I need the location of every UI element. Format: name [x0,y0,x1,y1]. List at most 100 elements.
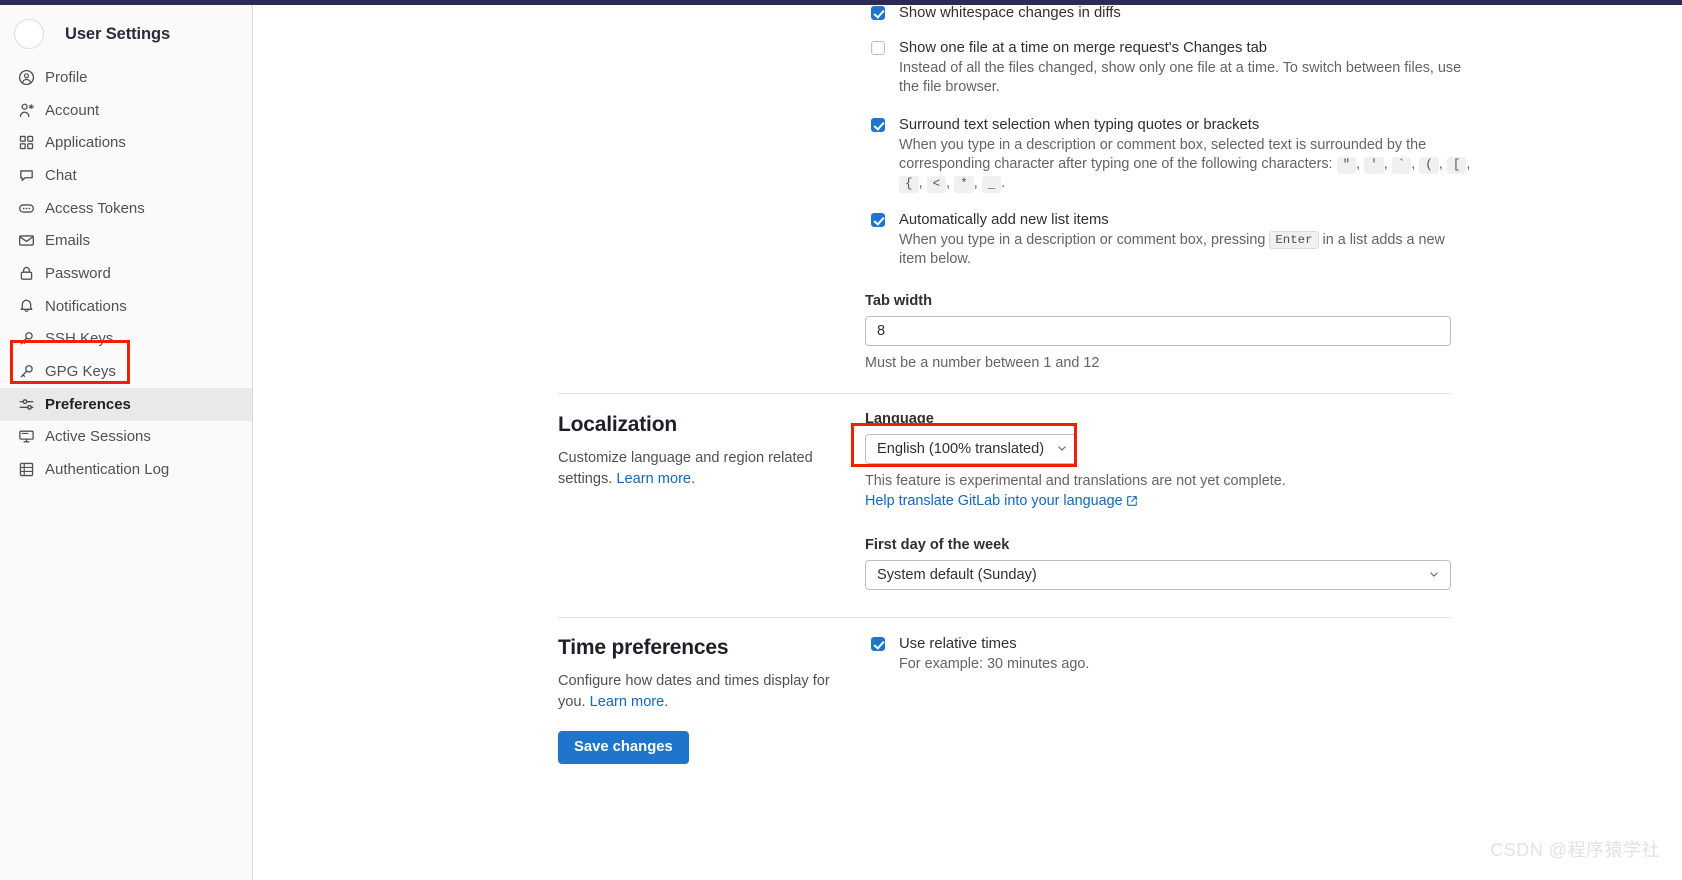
relative-times-help: For example: 30 minutes ago. [899,656,1090,672]
sidebar-item-active-sessions[interactable]: Active Sessions [0,421,252,454]
language-label: Language [865,411,934,427]
relative-times-checkbox[interactable] [871,637,885,651]
surround-char-separator: , [1356,156,1361,172]
surround-help: When you type in a description or commen… [899,136,1475,193]
tab-width-field: Tab width Must be a number between 1 and… [865,293,1451,371]
whitespace-checkbox[interactable] [871,6,885,20]
sidebar-item-label: Password [45,264,111,282]
sliders-icon [17,395,36,414]
save-button-wrap: Save changes [558,731,689,764]
sidebar-item-ssh-keys[interactable]: SSH Keys [0,323,252,356]
sidebar-item-label: Authentication Log [45,461,170,479]
first-day-select[interactable]: System default (Sunday) [865,560,1451,590]
language-help: This feature is experimental and transla… [865,473,1286,489]
surround-char-chip: ' [1364,157,1384,174]
surround-char-separator: . [1001,175,1006,191]
one-file-checkbox[interactable] [871,41,885,55]
sidebar-item-access-tokens[interactable]: Access Tokens [0,192,252,225]
sidebar-item-chat[interactable]: Chat [0,159,252,192]
checkbox-row-surround[interactable]: Surround text selection when typing quot… [865,116,1470,193]
sidebar-item-gpg-keys[interactable]: GPG Keys [0,355,252,388]
surround-char-chip: ( [1419,157,1439,174]
sidebar-item-label: Notifications [45,297,127,315]
surround-char-separator: , [1383,156,1388,172]
time-preferences-desc: Configure how dates and times display fo… [558,671,830,712]
auto-list-help: When you type in a description or commen… [899,231,1475,269]
bell-icon [17,297,36,316]
time-preferences-description: Time preferences Configure how dates and… [558,636,848,712]
sidebar-item-preferences[interactable]: Preferences [0,387,252,421]
sidebar-nav-list: Profile Account Applications Chat Access Tok… [0,61,252,486]
localization-title: Localization [558,413,677,436]
sidebar-item-label: Profile [45,68,88,86]
checkbox-row-whitespace[interactable]: Show whitespace changes in diffs [865,4,1451,22]
token-icon [17,199,36,218]
user-circle-icon [17,68,36,87]
surround-checkbox[interactable] [871,118,885,132]
checkbox-row-relative-times[interactable]: Use relative times For example: 30 minut… [865,635,1451,674]
auto-list-checkbox[interactable] [871,213,885,227]
key-icon [17,362,36,381]
first-day-label: First day of the week [865,537,1010,553]
surround-char-chip: [ [1446,157,1467,174]
language-select[interactable]: English (100% translated) [865,434,1078,464]
translate-link-wrap: Help translate GitLab into your language [865,492,1451,510]
sidebar-item-profile[interactable]: Profile [0,61,252,94]
sidebar-item-account[interactable]: Account [0,94,252,127]
sidebar-item-authentication-log[interactable]: Authentication Log [0,453,252,486]
divider-time-preferences [558,617,1451,618]
sidebar-item-label: Active Sessions [45,428,151,446]
whitespace-label: Show whitespace changes in diffs [899,5,1121,21]
localization-description: Localization Customize language and regi… [558,413,848,489]
time-preferences-title: Time preferences [558,636,729,659]
checkbox-row-one-file[interactable]: Show one file at a time on merge request… [865,39,1461,97]
surround-char-chip: " [1336,157,1357,174]
sidebar-item-emails[interactable]: Emails [0,224,252,257]
one-file-help: Instead of all the files changed, show o… [899,60,1462,95]
localization-learn-more-link[interactable]: Learn more [616,471,691,487]
app-root: User Settings Profile Account Applications… [0,0,1682,880]
divider-localization [558,393,1451,394]
sidebar-item-notifications[interactable]: Notifications [0,290,252,323]
tab-width-help: Must be a number between 1 and 12 [865,355,1100,371]
sidebar-item-password[interactable]: Password [0,257,252,290]
sidebar-item-label: Chat [45,166,77,184]
surround-char-chip: _ [981,176,1002,193]
sidebar-item-label: Access Tokens [45,199,145,217]
save-changes-button[interactable]: Save changes [558,731,689,764]
sidebar-header: User Settings [0,11,252,57]
surround-label: Surround text selection when typing quot… [899,117,1260,133]
surround-char-separator: , [1411,156,1416,172]
time-preferences-learn-more-link[interactable]: Learn more [590,694,665,710]
account-icon [17,101,36,120]
time-preferences-fields: Use relative times For example: 30 minut… [865,635,1451,674]
sidebar-item-label: Applications [45,134,126,152]
csdn-watermark: CSDN @程序猿学社 [1490,840,1660,860]
tab-width-input[interactable] [865,316,1451,346]
envelope-icon [17,231,36,250]
chevron-down-icon [1430,572,1438,577]
surround-char-separator: , [918,175,923,191]
surround-char-chip: ` [1391,157,1412,174]
checkbox-row-auto-list[interactable]: Automatically add new list items When yo… [865,211,1451,269]
time-preferences-desc-period: . [664,693,669,710]
localization-fields: Language English (100% translated) This … [865,411,1451,590]
surround-char-separator: , [946,175,951,191]
chat-icon [17,166,36,185]
surround-char-separator: , [973,175,978,191]
key-icon [17,329,36,348]
log-icon [17,460,36,479]
lock-icon [17,264,36,283]
help-translate-link[interactable]: Help translate GitLab into your language [865,493,1138,509]
one-file-label: Show one file at a time on merge request… [899,40,1268,56]
sidebar-item-label: Account [45,101,100,119]
localization-desc: Customize language and region related se… [558,448,848,489]
sidebar-item-label: GPG Keys [45,363,116,381]
behavior-settings-group: Show whitespace changes in diffs Show on… [865,4,1470,371]
first-day-select-value: System default (Sunday) [877,567,1037,583]
sidebar-item-label: Emails [45,232,91,250]
chevron-down-icon [1058,446,1066,451]
surround-char-separator: , [1438,156,1443,172]
relative-times-label: Use relative times [899,636,1017,652]
sidebar-item-applications[interactable]: Applications [0,126,252,159]
